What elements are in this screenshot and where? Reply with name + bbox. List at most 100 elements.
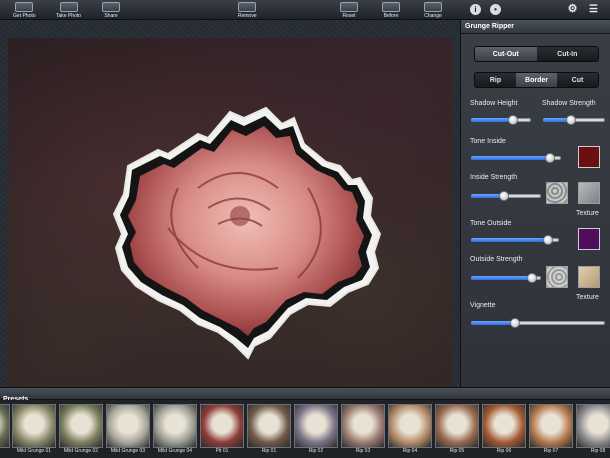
preset-label: Rip 03	[355, 448, 371, 454]
tone-outside-color-swatch[interactable]	[578, 228, 600, 250]
settings-circle-icon[interactable]: •	[490, 4, 501, 15]
share-icon	[102, 2, 120, 12]
remove-label: Remove	[238, 13, 257, 19]
info-icon[interactable]: i	[470, 4, 481, 15]
segment-cut-in[interactable]: Cut-In	[536, 47, 598, 61]
preset-thumbnail[interactable]: Rip 05	[435, 404, 479, 456]
take-photo-button[interactable]: Take Photo	[56, 1, 81, 19]
tone-outside-slider[interactable]	[471, 235, 559, 245]
tone-outside-label: Tone Outside	[470, 220, 512, 227]
reset-button[interactable]: Reset	[340, 1, 358, 19]
inside-strength-slider[interactable]	[471, 191, 541, 201]
inside-texture-label: Texture	[576, 210, 599, 217]
preset-thumbnail[interactable]: Mild Grunge 03	[106, 404, 150, 456]
preset-thumbnail[interactable]: Rip 04	[388, 404, 432, 456]
canvas-area	[0, 20, 460, 389]
shadow-height-slider[interactable]	[471, 115, 531, 125]
inside-texture-thumb-2[interactable]	[578, 182, 600, 204]
slider-knob[interactable]	[545, 153, 556, 163]
change-button[interactable]: Change	[424, 1, 442, 19]
preset-thumbnail[interactable]: Rip 01	[247, 404, 291, 456]
menu-list-icon[interactable]: ☰	[588, 4, 599, 15]
share-button[interactable]: Share	[102, 1, 120, 19]
preset-thumbnail[interactable]: Pit 01	[200, 404, 244, 456]
preset-thumbnail[interactable]: Mild Grunge 04	[153, 404, 197, 456]
preset-image	[529, 404, 573, 448]
shadow-strength-label: Shadow Strength	[542, 100, 596, 107]
shadow-strength-slider[interactable]	[543, 115, 605, 125]
segment-rip[interactable]: Rip	[475, 73, 516, 87]
segment-cut[interactable]: Cut	[557, 73, 598, 87]
preset-thumbnail[interactable]: Rip 07	[529, 404, 573, 456]
preset-label: Mild Grunge 04	[157, 448, 193, 454]
preset-thumbnail[interactable]: Rip 06	[482, 404, 526, 456]
preset-image	[247, 404, 291, 448]
change-icon	[424, 2, 442, 12]
preset-label: Rip 07	[543, 448, 559, 454]
preset-label: Rip 01	[261, 448, 277, 454]
preset-image	[388, 404, 432, 448]
vignette-slider[interactable]	[471, 318, 605, 328]
get-photo-label: Get Photo	[13, 13, 36, 19]
shadow-height-label: Shadow Height	[470, 100, 518, 107]
outside-texture-thumb-1[interactable]	[546, 266, 568, 288]
remove-button[interactable]: Remove	[238, 1, 257, 19]
preset-thumbnail[interactable]: Mild Grunge 01	[12, 404, 56, 456]
reset-label: Reset	[342, 13, 356, 19]
preset-image	[576, 404, 610, 448]
panel-title: Grunge Ripper	[461, 20, 610, 34]
get-photo-button[interactable]: Get Photo	[13, 1, 36, 19]
edge-segmented-control: Rip Border Cut	[474, 72, 599, 88]
settings-panel: Grunge Ripper Cut-Out Cut-In Rip Border …	[460, 20, 610, 387]
preset-image	[341, 404, 385, 448]
slider-knob[interactable]	[542, 235, 553, 245]
slider-knob[interactable]	[508, 115, 518, 125]
inside-texture-thumb-1[interactable]	[546, 182, 568, 204]
preset-image	[106, 404, 150, 448]
gear-icon[interactable]: ⚙	[567, 4, 578, 15]
preset-image	[294, 404, 338, 448]
slider-knob[interactable]	[526, 273, 537, 283]
preset-image	[435, 404, 479, 448]
preset-thumbnail[interactable]: Mild Grunge 02	[59, 404, 103, 456]
slider-knob[interactable]	[510, 318, 521, 328]
preset-label: Mild Grunge 01	[16, 448, 52, 454]
before-button[interactable]: Before	[382, 1, 400, 19]
preset-image	[0, 404, 10, 448]
preset-thumbnail[interactable]: Rip 03	[341, 404, 385, 456]
preset-label: Rip 06	[496, 448, 512, 454]
segment-border[interactable]: Border	[516, 73, 557, 87]
preset-thumbnail[interactable]	[0, 404, 10, 456]
outside-texture-thumb-2[interactable]	[578, 266, 600, 288]
preset-thumbnail[interactable]: Rip 02	[294, 404, 338, 456]
slider-knob[interactable]	[498, 191, 509, 201]
reset-icon	[340, 2, 358, 12]
preset-label: Rip 02	[308, 448, 324, 454]
presets-header: Presets	[0, 387, 610, 403]
tone-inside-label: Tone Inside	[470, 138, 506, 145]
top-toolbar: Get Photo Take Photo Share Remove Reset …	[0, 0, 610, 20]
photo-icon	[15, 2, 34, 12]
preset-label: Rip 05	[449, 448, 465, 454]
preset-thumbnail[interactable]: Rip 08	[576, 404, 610, 456]
segment-cut-out[interactable]: Cut-Out	[475, 47, 537, 61]
preset-image	[200, 404, 244, 448]
photo-canvas[interactable]	[8, 38, 452, 389]
presets-strip[interactable]: Mild Grunge 01 Mild Grunge 02 Mild Grunge …	[0, 400, 610, 458]
preset-image	[153, 404, 197, 448]
mode-segmented-control: Cut-Out Cut-In	[474, 46, 599, 62]
outside-strength-label: Outside Strength	[470, 256, 523, 263]
preset-label: Pit 01	[215, 448, 229, 454]
slider-knob[interactable]	[565, 115, 576, 125]
rose-image	[112, 106, 382, 360]
preset-label: Mild Grunge 03	[110, 448, 146, 454]
tone-inside-color-swatch[interactable]	[578, 146, 600, 168]
before-label: Before	[383, 13, 399, 19]
outside-texture-label: Texture	[576, 294, 599, 301]
inside-strength-label: Inside Strength	[470, 174, 518, 181]
preset-image	[12, 404, 56, 448]
camera-icon	[59, 2, 78, 12]
tone-inside-slider[interactable]	[471, 153, 561, 163]
outside-strength-slider[interactable]	[471, 273, 541, 283]
preset-image	[482, 404, 526, 448]
